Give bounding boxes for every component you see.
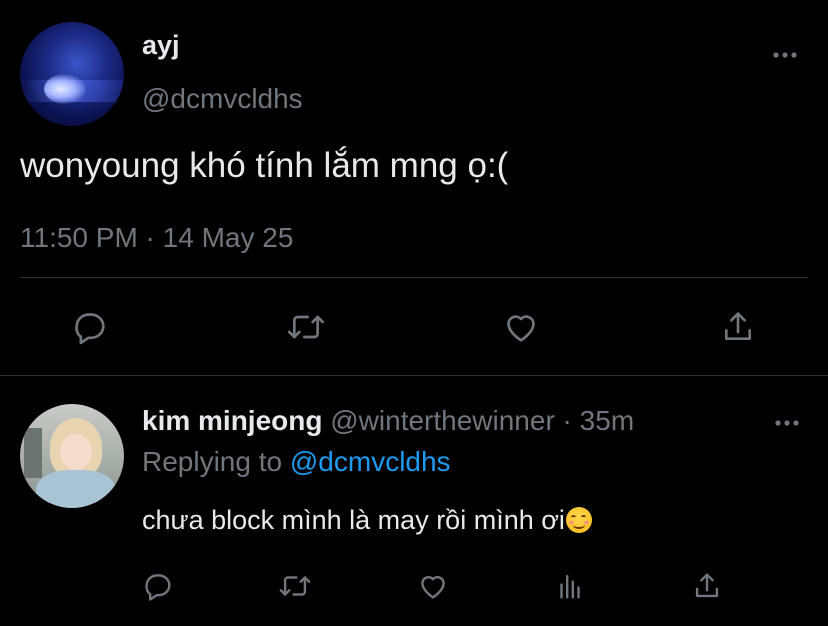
share-icon[interactable]: [718, 307, 758, 347]
retweet-icon[interactable]: [286, 307, 326, 347]
avatar-face: [60, 434, 92, 470]
tweet-date: 14 May 25: [162, 222, 294, 253]
more-options-icon[interactable]: [772, 408, 802, 438]
reply-icon[interactable]: [141, 569, 175, 603]
handle[interactable]: @dcmvcldhs: [142, 83, 303, 115]
divider: [20, 277, 808, 278]
tweet-timestamp[interactable]: 11:50 PM · 14 May 25: [20, 222, 293, 254]
meta-separator: ·: [554, 405, 580, 436]
tweet-time: 11:50 PM: [20, 222, 138, 253]
display-name[interactable]: kim minjeong: [142, 405, 322, 436]
replying-to: Replying to @dcmvcldhs: [142, 446, 451, 478]
like-icon[interactable]: [501, 307, 541, 347]
reply-header: kim minjeong @winterthewinner · 35m: [142, 405, 634, 437]
avatar[interactable]: [20, 22, 124, 126]
tweet-age[interactable]: 35m: [580, 405, 634, 436]
divider: [0, 375, 828, 376]
avatar-body: [36, 470, 116, 508]
tweet-text: wonyoung khó tính lắm mng ọ:(: [20, 146, 509, 185]
share-icon[interactable]: [690, 569, 724, 603]
avatar-background: [24, 428, 42, 478]
reply-text-container: chưa block mình là may rồi mình ơi: [142, 505, 592, 536]
avatar[interactable]: [20, 404, 124, 508]
more-options-icon[interactable]: [770, 40, 800, 70]
tweet-text: chưa block mình là may rồi mình ơi: [142, 505, 565, 535]
meta-separator: ·: [137, 222, 163, 253]
mention-link[interactable]: @dcmvcldhs: [290, 446, 451, 477]
display-name[interactable]: ayj: [142, 30, 180, 61]
handle[interactable]: @winterthewinner: [330, 405, 555, 436]
analytics-icon[interactable]: [553, 569, 587, 603]
avatar-figure: [44, 74, 86, 104]
smiling-face-emoji-icon: [565, 507, 592, 533]
retweet-icon[interactable]: [278, 569, 312, 603]
reply-icon[interactable]: [70, 307, 110, 347]
replying-to-label: Replying to: [142, 446, 290, 477]
like-icon[interactable]: [416, 569, 450, 603]
